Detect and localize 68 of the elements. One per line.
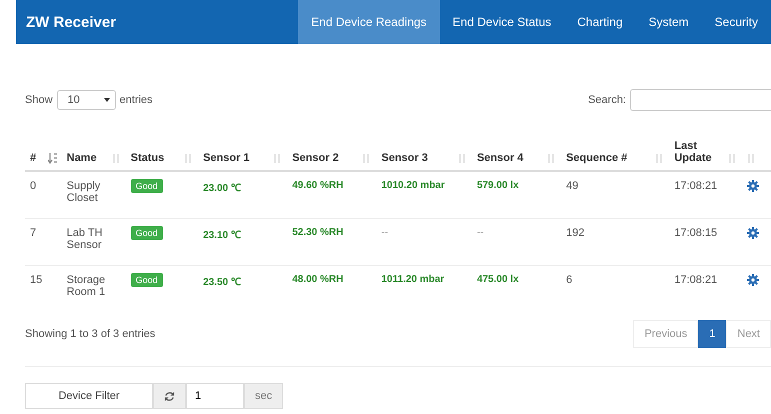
column-header[interactable]: Sensor 1 [198,126,288,171]
search-label: Search: [588,94,626,106]
column-header[interactable]: Last Update [669,126,742,171]
table-cell: 17:08:21 [669,171,742,218]
table-cell: 15 [25,266,62,312]
table-cell: 192 [561,218,670,266]
table-cell: Supply Closet [62,171,126,218]
sort-icon [362,153,372,164]
sensor-reading: 1011.20 mbar [376,266,472,312]
sort-icon [48,153,57,164]
settings-icon[interactable] [747,180,760,192]
table-cell: 0 [25,171,62,218]
status-badge: Good [130,226,163,240]
sensor-reading: 48.00 %RH [287,266,376,312]
sensor-reading: 23.50 ℃ [198,266,288,312]
sensor-reading: 52.30 %RH [287,218,376,266]
unit-label: sec [244,383,284,409]
interval-field[interactable]: 1 [186,383,244,409]
entries-select[interactable]: 10 [56,90,116,110]
status-badge: Good [130,179,163,193]
table-cell: 17:08:21 [669,266,742,312]
nav-tab[interactable]: End Device Readings [298,0,440,44]
sort-icon [747,153,756,164]
settings-icon[interactable] [747,227,760,239]
sensor-reading: 579.00 lx [472,171,562,218]
table-cell: 17:08:15 [669,218,742,266]
table-cell: Storage Room 1 [62,266,126,312]
column-header[interactable]: Sensor 2 [287,126,376,171]
show-label: Show [25,94,53,106]
status-badge: Good [130,273,163,287]
sort-icon [547,153,556,164]
refresh-button[interactable] [153,383,186,409]
sensor-reading: 475.00 lx [472,266,562,312]
sort-icon [655,153,664,164]
settings-icon[interactable] [747,274,760,286]
refresh-icon [164,390,175,402]
column-header[interactable]: Sensor 3 [376,126,472,171]
entries-info: Showing 1 to 3 of 3 entries [25,328,156,340]
sensor-reading: -- [472,218,562,266]
sort-icon [728,153,738,164]
device-filter-button[interactable]: Device Filter [25,383,153,409]
table-cell: 6 [561,266,670,312]
nav-tab[interactable]: End Device Status [440,0,564,44]
pagination-button[interactable]: 1 [698,320,726,348]
sensor-reading: -- [376,218,472,266]
sort-icon [273,153,282,164]
table-cell: 7 [25,218,62,266]
search-field[interactable] [630,89,771,111]
caret-icon [104,98,110,102]
sort-icon [458,153,467,164]
sensor-reading: 49.60 %RH [287,171,376,218]
sensor-reading: 1010.20 mbar [376,171,472,218]
brand-title[interactable]: ZW Receiver [16,14,116,30]
sensor-reading: 23.00 ℃ [198,171,288,218]
sort-icon [184,153,194,164]
nav-tab[interactable]: Charting [564,0,636,44]
column-header[interactable]: Sequence # [561,126,670,171]
column-header[interactable]: Status [126,126,198,171]
nav-tab[interactable]: System [636,0,702,44]
column-header[interactable]: Name [62,126,126,171]
entries-label: entries [120,94,153,106]
sensor-reading: 23.10 ℃ [198,218,288,266]
sort-icon [112,153,121,164]
column-header[interactable]: # [25,126,62,171]
column-header[interactable]: Sensor 4 [472,126,562,171]
nav-tab[interactable]: Security [702,0,771,44]
table-cell: 49 [561,171,670,218]
table-cell: Lab TH Sensor [62,218,126,266]
